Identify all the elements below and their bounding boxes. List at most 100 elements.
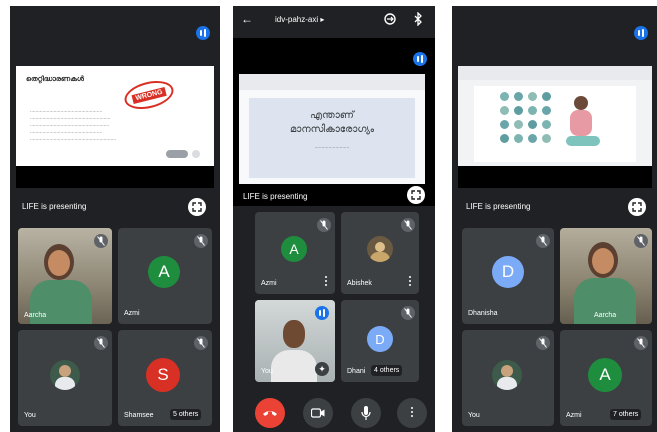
- speaking-indicator-icon: [196, 26, 210, 40]
- participant-tile[interactable]: A Azmi: [118, 228, 212, 324]
- avatar: D: [367, 326, 393, 352]
- end-call-button[interactable]: [255, 398, 285, 428]
- phone-screen-2: ← idv-pahz-axi ▸ എന്താണ് മാനസികാരോഗ്യം .…: [233, 6, 435, 432]
- wrong-stamp: WRONG: [121, 76, 177, 114]
- mic-off-icon: [634, 234, 648, 248]
- participant-name: Azmi: [566, 412, 582, 419]
- participant-tile[interactable]: Aarcha: [18, 228, 112, 324]
- participant-name: Azmi: [261, 280, 277, 287]
- participant-tile[interactable]: D Dhanisha: [462, 228, 554, 324]
- mic-off-icon: [634, 336, 648, 350]
- others-count: 4 others: [371, 365, 403, 376]
- avatar: [492, 360, 522, 390]
- bluetooth-icon[interactable]: [413, 11, 423, 27]
- participant-tile[interactable]: You: [18, 330, 112, 426]
- speaking-indicator-icon: [634, 26, 648, 40]
- fullscreen-icon[interactable]: [628, 198, 646, 216]
- presenting-label: LIFE is presenting: [243, 192, 308, 201]
- slide-title: മാനസികാരോഗ്യം: [289, 124, 375, 135]
- avatar: [50, 360, 80, 390]
- avatar: D: [492, 256, 524, 288]
- mic-off-icon: [401, 218, 415, 232]
- participant-tile[interactable]: S Shamsee 5 others: [118, 330, 212, 426]
- stamp-text: WRONG: [131, 86, 167, 104]
- participant-name: You: [468, 412, 480, 419]
- meeting-code[interactable]: idv-pahz-axi ▸: [275, 15, 324, 24]
- slide-line: ........................................…: [30, 115, 111, 121]
- presentation-area[interactable]: തെറ്റിദ്ധാരണകൾ WRONG ...................…: [16, 66, 214, 188]
- slide-line: ........................................…: [30, 122, 110, 128]
- browser-bar: [458, 66, 652, 80]
- participant-name: Aarcha: [24, 312, 47, 319]
- more-options-icon[interactable]: [409, 276, 412, 288]
- more-options-button[interactable]: [397, 398, 427, 428]
- person-face: [48, 250, 70, 276]
- slide-title: എന്താണ്: [310, 110, 354, 121]
- mic-off-icon: [317, 218, 331, 232]
- presentation-area[interactable]: എന്താണ് മാനസികാരോഗ്യം ..................…: [233, 38, 435, 206]
- participant-tile[interactable]: Abishek: [341, 212, 419, 294]
- shared-slide: [458, 66, 652, 166]
- speaking-indicator-icon: [315, 306, 329, 320]
- slide-body: ........................................…: [30, 108, 116, 143]
- mic-off-icon: [536, 336, 550, 350]
- person-shirt: [271, 350, 317, 382]
- switch-camera-icon[interactable]: [383, 12, 397, 26]
- participant-name: You: [261, 368, 273, 375]
- participant-name: Dhanisha: [468, 310, 498, 317]
- mic-off-icon: [536, 234, 550, 248]
- meeting-code-text: idv-pahz-axi: [275, 15, 319, 24]
- phone-screen-1: തെറ്റിദ്ധാരണകൾ WRONG ...................…: [10, 6, 220, 432]
- camera-button[interactable]: [303, 398, 333, 428]
- participant-name: Aarcha: [594, 312, 617, 319]
- presenting-label: LIFE is presenting: [466, 202, 531, 211]
- participant-tile[interactable]: A Azmi 7 others: [560, 330, 652, 426]
- slide-pill: [166, 150, 188, 158]
- mic-off-icon: [94, 336, 108, 350]
- shared-slide: എന്താണ് മാനസികാരോഗ്യം ..................…: [239, 74, 425, 184]
- participant-name: Dhani: [347, 368, 366, 375]
- avatar: S: [146, 358, 180, 392]
- mic-off-icon: [401, 306, 415, 320]
- slide-content: [474, 86, 636, 162]
- participant-name: You: [24, 412, 36, 419]
- mic-off-icon: [194, 336, 208, 350]
- fullscreen-icon[interactable]: [188, 198, 206, 216]
- avatar: A: [148, 256, 180, 288]
- presenting-label: LIFE is presenting: [22, 202, 87, 211]
- more-options-icon[interactable]: [325, 276, 328, 288]
- slide-subtitle: .........................: [314, 144, 350, 150]
- participant-name: Azmi: [124, 310, 140, 317]
- effects-icon[interactable]: ✦: [315, 362, 329, 376]
- fullscreen-icon[interactable]: [407, 186, 425, 204]
- participant-tile[interactable]: A Azmi: [255, 212, 335, 294]
- others-count: 7 others: [610, 409, 642, 420]
- speaking-indicator-icon: [413, 52, 427, 66]
- slide-content: എന്താണ് മാനസികാരോഗ്യം ..................…: [249, 98, 415, 178]
- slide-dot: [192, 150, 200, 158]
- participant-tile[interactable]: You: [462, 330, 554, 426]
- avatar: A: [588, 358, 622, 392]
- avatar: A: [281, 236, 307, 262]
- participant-tile[interactable]: Aarcha: [560, 228, 652, 324]
- phone-screen-3: LIFE is presenting D Dhanisha Aarcha You…: [452, 6, 657, 432]
- person-face: [592, 248, 614, 274]
- self-video-tile[interactable]: You ✦: [255, 300, 335, 382]
- participant-tile[interactable]: D Dhani 4 others: [341, 300, 419, 382]
- slide-line: ........................................…: [30, 108, 103, 114]
- slide-line: ........................................…: [30, 136, 117, 142]
- presentation-area[interactable]: [458, 66, 652, 188]
- slide-line: ........................................…: [30, 129, 103, 135]
- participant-name: Shamsee: [124, 412, 154, 419]
- browser-bar: [239, 74, 425, 90]
- microphone-button[interactable]: [351, 398, 381, 428]
- slide-title: തെറ്റിദ്ധാരണകൾ: [26, 76, 84, 83]
- person-face: [283, 320, 305, 348]
- avatar: [367, 236, 393, 262]
- others-count: 5 others: [170, 409, 202, 420]
- mic-off-icon: [94, 234, 108, 248]
- participant-name: Abishek: [347, 280, 372, 287]
- mic-off-icon: [194, 234, 208, 248]
- back-arrow-icon[interactable]: ←: [241, 12, 253, 26]
- shared-slide: തെറ്റിദ്ധാരണകൾ WRONG ...................…: [16, 66, 214, 166]
